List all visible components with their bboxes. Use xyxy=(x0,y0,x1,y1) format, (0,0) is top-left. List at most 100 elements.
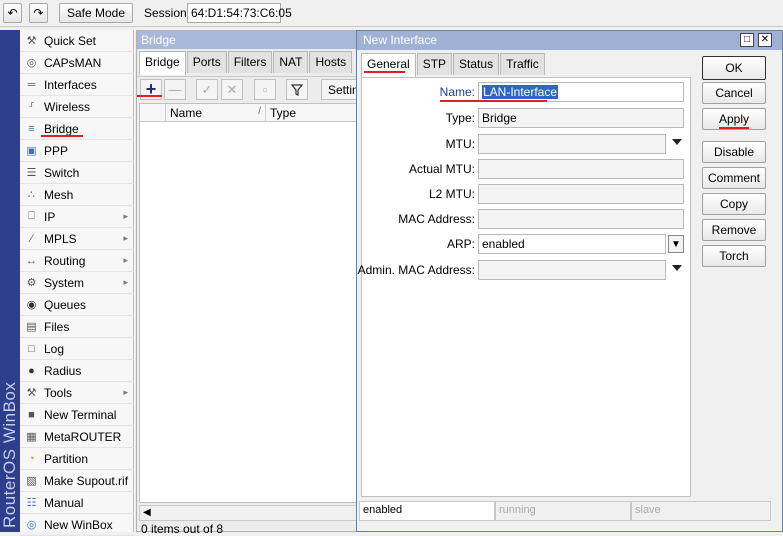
scroll-left-icon[interactable]: ◀ xyxy=(143,507,151,518)
menu-item-switch[interactable]: ☰ Switch xyxy=(20,162,134,184)
tab-nat[interactable]: NAT xyxy=(273,51,309,73)
menu-item-label: Wireless xyxy=(44,99,91,114)
undo-button[interactable]: ↶ xyxy=(3,3,22,23)
menu-item-system[interactable]: ⚙ System ▸ xyxy=(20,272,134,294)
menu-item-wireless[interactable]: ⸉ Wireless xyxy=(20,96,134,118)
session-field[interactable]: 64:D1:54:73:C6:05 xyxy=(187,3,292,23)
dialog-title: New Interface xyxy=(363,33,438,47)
menu-item-queues[interactable]: ◉ Queues xyxy=(20,294,134,316)
admin-mac-field[interactable] xyxy=(478,260,666,280)
safe-mode-button[interactable]: Safe Mode xyxy=(59,3,133,23)
enable-button[interactable]: ✓ xyxy=(196,79,218,100)
remove-button[interactable]: — xyxy=(164,79,186,100)
table-header: Name / Type xyxy=(140,104,362,122)
cancel-button[interactable]: Cancel xyxy=(702,82,766,104)
bridge-tabs: Bridge Ports Filters NAT Hosts xyxy=(139,51,353,75)
name-field[interactable]: LAN-Interface xyxy=(478,82,684,102)
menu-item-interfaces[interactable]: ═ Interfaces xyxy=(20,74,134,96)
mac-address-field xyxy=(478,209,684,229)
menu-item-label: New WinBox xyxy=(44,517,113,532)
tab-status[interactable]: Status xyxy=(453,53,500,75)
sort-icon: / xyxy=(258,106,261,117)
menu-item-label: MPLS xyxy=(44,231,77,246)
column-header-type[interactable]: Type xyxy=(266,104,362,121)
menu-item-label: Mesh xyxy=(44,187,74,202)
menu-item-label: System xyxy=(44,275,85,290)
name-value: LAN-Interface xyxy=(482,85,559,99)
bridge-icon: ≡ xyxy=(28,122,35,135)
remove-button[interactable]: Remove xyxy=(702,219,766,241)
wireless-icon: ⸉ xyxy=(28,101,35,113)
horizontal-scrollbar[interactable]: ◀ xyxy=(139,505,363,521)
menu-item-new-winbox[interactable]: ◎ New WinBox xyxy=(20,514,134,536)
arp-select[interactable]: enabled xyxy=(478,234,666,254)
comment-button[interactable]: ▫ xyxy=(254,79,276,100)
copy-button[interactable]: Copy xyxy=(702,193,766,215)
menu-item-new-terminal[interactable]: ■ New Terminal xyxy=(20,404,134,426)
menu-item-capsman[interactable]: ◎ CAPsMAN xyxy=(20,52,134,74)
column-header-name[interactable]: Name / xyxy=(166,104,266,121)
menu-item-partition[interactable]: ◔ Partition xyxy=(20,448,134,470)
menu-item-make-supout-rif[interactable]: ▧ Make Supout.rif xyxy=(20,470,134,492)
manual-icon: ☷ xyxy=(26,497,37,509)
tab-traffic[interactable]: Traffic xyxy=(500,53,545,75)
tab-stp[interactable]: STP xyxy=(416,53,453,75)
mesh-icon: ∴ xyxy=(28,189,35,201)
maximize-button[interactable]: □ xyxy=(740,33,754,47)
menu-item-label: MetaROUTER xyxy=(44,429,122,444)
menu-item-log[interactable]: □ Log xyxy=(20,338,134,360)
type-row: Type: Bridge xyxy=(362,108,690,128)
column-type-label: Type xyxy=(270,106,297,120)
close-button[interactable]: ✕ xyxy=(758,33,772,47)
tab-filters[interactable]: Filters xyxy=(227,51,273,73)
annotation-underline-bridge xyxy=(41,135,83,137)
interfaces-icon: ═ xyxy=(27,78,36,91)
menu-item-routing[interactable]: ↔ Routing ▸ xyxy=(20,250,134,272)
mtu-dropdown-icon[interactable] xyxy=(672,139,682,145)
column-name-label: Name xyxy=(170,106,203,120)
ppp-icon: ▣ xyxy=(26,145,37,157)
menu-item-label: Quick Set xyxy=(44,33,97,48)
bridge-window: Bridge Bridge Ports Filters NAT Hosts + … xyxy=(136,30,365,536)
menu-item-files[interactable]: ▤ Files xyxy=(20,316,134,338)
redo-button[interactable]: ↷ xyxy=(29,3,48,23)
menu-item-tools[interactable]: ⚒ Tools ▸ xyxy=(20,382,134,404)
tab-general[interactable]: General xyxy=(361,53,416,77)
arp-row: ARP: enabled ▼ xyxy=(362,234,690,254)
dialog-title-bar: New Interface □ ✕ xyxy=(357,31,782,50)
torch-button[interactable]: Torch xyxy=(702,245,766,267)
comment-button[interactable]: Comment xyxy=(702,167,766,189)
tab-ports[interactable]: Ports xyxy=(186,51,227,73)
mtu-label: MTU: xyxy=(445,137,475,151)
disable-button[interactable]: ✕ xyxy=(221,79,243,100)
menu-item-quick-set[interactable]: ⚒ Quick Set xyxy=(20,30,134,52)
menu-item-manual[interactable]: ☷ Manual xyxy=(20,492,134,514)
annotation-underline-general xyxy=(364,71,405,73)
bridge-table: Name / Type xyxy=(139,103,363,503)
menu-item-ppp[interactable]: ▣ PPP xyxy=(20,140,134,162)
menu-item-label: Partition xyxy=(44,451,89,466)
ok-button[interactable]: OK xyxy=(702,56,766,80)
disable-button[interactable]: Disable xyxy=(702,141,766,163)
column-header-flags[interactable] xyxy=(140,104,166,121)
annotation-underline-add xyxy=(137,95,162,97)
submenu-arrow-icon: ▸ xyxy=(123,233,128,243)
tab-bridge[interactable]: Bridge xyxy=(139,51,186,75)
system-icon: ⚙ xyxy=(26,277,37,289)
menu-item-label: Routing xyxy=(44,253,86,268)
close-icon: ✕ xyxy=(760,34,770,45)
menu-item-mpls[interactable]: ∕ MPLS ▸ xyxy=(20,228,134,250)
filter-button[interactable] xyxy=(286,79,308,100)
type-field: Bridge xyxy=(478,108,684,128)
menu-item-metarouter[interactable]: ▦ MetaROUTER xyxy=(20,426,134,448)
tools-icon: ⚒ xyxy=(26,387,37,399)
menu-item-label: Log xyxy=(44,341,65,356)
mtu-field[interactable] xyxy=(478,134,666,154)
menu-item-ip[interactable]: ⎕ IP ▸ xyxy=(20,206,134,228)
arp-dropdown-button[interactable]: ▼ xyxy=(668,235,684,253)
menu-item-radius[interactable]: ● Radius xyxy=(20,360,134,382)
tab-hosts[interactable]: Hosts xyxy=(309,51,353,73)
menu-item-label: PPP xyxy=(44,143,69,158)
admin-mac-dropdown-icon[interactable] xyxy=(672,265,682,271)
menu-item-mesh[interactable]: ∴ Mesh xyxy=(20,184,134,206)
